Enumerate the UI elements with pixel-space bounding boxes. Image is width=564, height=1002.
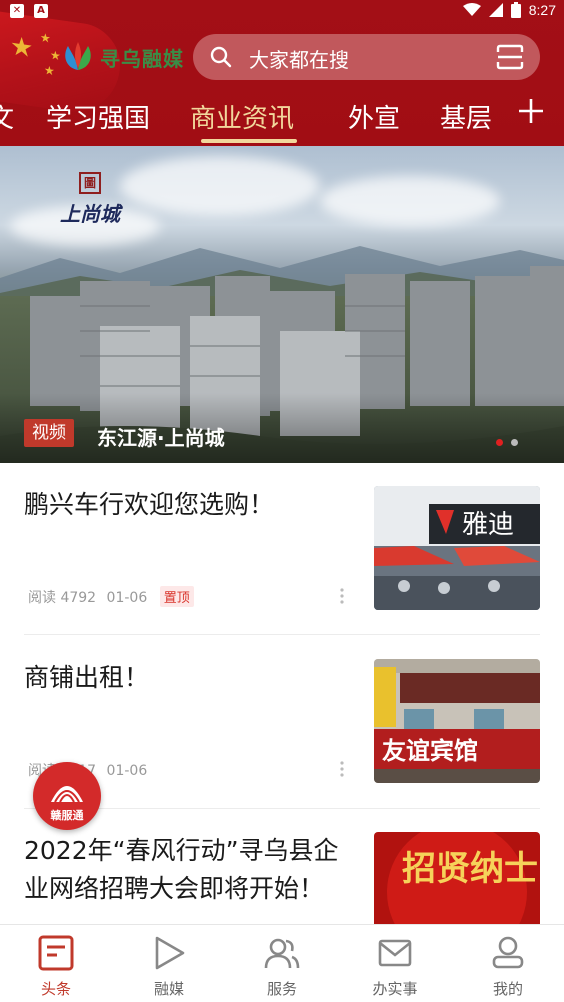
wifi-icon bbox=[462, 3, 481, 16]
nav-label: 头条 bbox=[40, 980, 71, 998]
gov-service-fab[interactable]: 赣服通 bbox=[33, 762, 101, 830]
logo-mark-icon bbox=[65, 42, 91, 70]
battery-icon bbox=[510, 2, 521, 18]
news-title[interactable]: 商铺出租！ bbox=[24, 659, 354, 697]
star-icon: ★ bbox=[44, 62, 55, 79]
news-meta: 阅读 4792 01-06 置顶 bbox=[28, 586, 194, 607]
thumb-text: 友谊宾馆 bbox=[382, 736, 478, 765]
read-count: 阅读 4792 bbox=[28, 590, 97, 606]
add-tab-icon[interactable] bbox=[516, 96, 546, 126]
nav-label: 融媒 bbox=[153, 980, 184, 998]
scan-icon[interactable] bbox=[496, 44, 524, 70]
thumb-text: 招贤纳士 bbox=[402, 849, 538, 889]
thumb-text: 雅迪 bbox=[462, 510, 514, 540]
pinned-badge: 置顶 bbox=[159, 586, 194, 607]
status-bar: ✕ A 8:27 bbox=[0, 0, 564, 24]
more-options-icon[interactable] bbox=[340, 588, 344, 604]
app-header: ★ ★ ★ ★ ✕ A 8:27 寻乌融媒 大家都在搜 文 学习强国 商业资讯 … bbox=[0, 0, 564, 146]
yadea-store-image: 雅迪 bbox=[374, 486, 540, 610]
news-thumbnail[interactable]: 招贤纳士 bbox=[374, 832, 540, 924]
news-title[interactable]: 鹏兴车行欢迎您选购！ bbox=[24, 486, 354, 524]
fab-label: 赣服通 bbox=[50, 809, 84, 822]
headline-icon bbox=[38, 935, 74, 971]
cloud-shape bbox=[320, 176, 500, 226]
video-badge: 视频 bbox=[24, 419, 74, 447]
app-notification-icon: A bbox=[34, 4, 48, 18]
nav-service[interactable]: 服务 bbox=[226, 925, 338, 1002]
news-thumbnail[interactable]: 雅迪 bbox=[374, 486, 540, 610]
banner-title[interactable]: 东江源·上尚城 bbox=[97, 422, 225, 451]
news-thumbnail[interactable]: 友谊宾馆 bbox=[374, 659, 540, 783]
nav-headline[interactable]: 头条 bbox=[0, 925, 112, 1002]
list-divider bbox=[24, 634, 540, 635]
nav-label: 服务 bbox=[266, 980, 297, 998]
banner-shade bbox=[0, 393, 564, 463]
bottom-navigation: 头条 融媒 服务 办实事 我的 bbox=[0, 924, 564, 1002]
search-placeholder: 大家都在搜 bbox=[249, 48, 349, 72]
carousel-indicator bbox=[496, 439, 518, 446]
recruitment-poster-image: 招贤纳士 bbox=[374, 832, 540, 924]
tab-item-active[interactable]: 商业资讯 bbox=[190, 98, 294, 135]
banner-brand-text: 上尚城 bbox=[60, 202, 120, 226]
tab-item[interactable]: 学习强国 bbox=[46, 98, 150, 135]
tab-item[interactable]: 基层 bbox=[440, 98, 492, 135]
carousel-dot[interactable] bbox=[511, 439, 518, 446]
more-options-icon[interactable] bbox=[340, 761, 344, 777]
logo-text: 寻乌融媒 bbox=[100, 46, 184, 71]
publish-date: 01-06 bbox=[106, 763, 148, 779]
tab-item[interactable]: 外宣 bbox=[348, 98, 400, 135]
carousel-banner[interactable]: 圖 上尚城 视频 东江源·上尚城 bbox=[0, 146, 564, 463]
nav-profile[interactable]: 我的 bbox=[452, 925, 564, 1002]
search-bar[interactable]: 大家都在搜 bbox=[193, 34, 540, 80]
nav-tasks[interactable]: 办实事 bbox=[339, 925, 451, 1002]
banner-brand-logo: 圖 上尚城 bbox=[50, 172, 130, 232]
app-logo[interactable]: 寻乌融媒 bbox=[60, 40, 190, 74]
nav-label: 我的 bbox=[492, 980, 523, 998]
nav-media[interactable]: 融媒 bbox=[113, 925, 225, 1002]
news-item[interactable]: 鹏兴车行欢迎您选购！ 阅读 4792 01-06 置顶 雅迪 bbox=[24, 486, 540, 610]
nav-label: 办实事 bbox=[372, 980, 418, 998]
star-icon: ★ bbox=[40, 30, 51, 46]
news-title[interactable]: 2022年“春风行动”寻乌县企业网络招聘大会即将开始！ bbox=[24, 832, 354, 908]
tab-active-indicator bbox=[201, 139, 297, 143]
users-icon bbox=[264, 938, 300, 969]
star-icon: ★ bbox=[10, 31, 34, 65]
status-time: 8:27 bbox=[528, 2, 556, 18]
play-icon bbox=[155, 936, 185, 970]
tab-item[interactable]: 文 bbox=[0, 98, 14, 135]
news-item[interactable]: 2022年“春风行动”寻乌县企业网络招聘大会即将开始！ 招贤纳士 bbox=[24, 832, 540, 924]
profile-icon bbox=[492, 936, 524, 969]
publish-date: 01-06 bbox=[106, 590, 148, 606]
mail-icon bbox=[378, 939, 412, 967]
seal-icon: 圖 bbox=[79, 172, 101, 194]
cloud-shape bbox=[120, 156, 320, 216]
news-item[interactable]: 商铺出租！ 阅读 4717 01-06 友谊宾馆 bbox=[24, 659, 540, 783]
search-icon bbox=[210, 46, 232, 68]
signal-icon bbox=[488, 3, 503, 17]
hotel-sign-image: 友谊宾馆 bbox=[374, 659, 540, 783]
category-tabs: 文 学习强国 商业资讯 外宣 基层 bbox=[0, 92, 564, 146]
list-divider bbox=[24, 808, 540, 809]
shield-notification-icon: ✕ bbox=[10, 4, 24, 18]
carousel-dot-active[interactable] bbox=[496, 439, 503, 446]
